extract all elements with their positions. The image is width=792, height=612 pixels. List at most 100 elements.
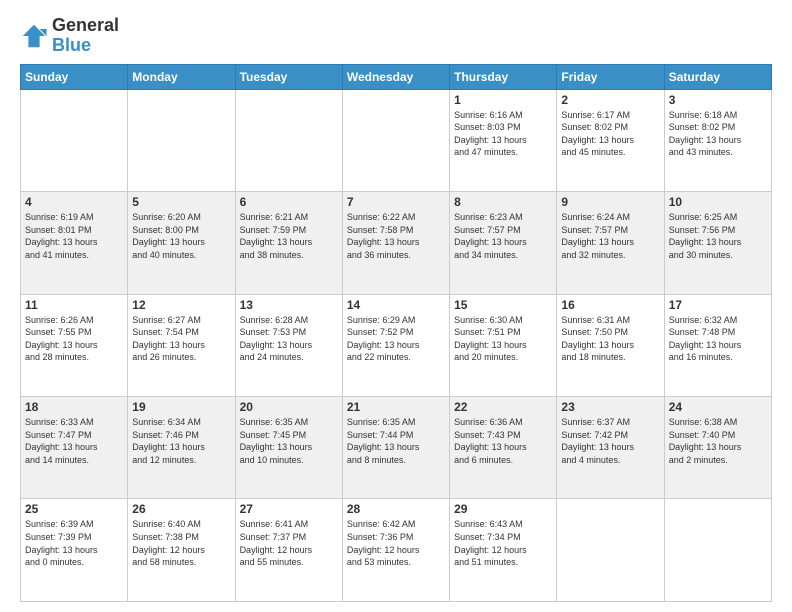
day-info: Sunrise: 6:32 AM Sunset: 7:48 PM Dayligh… [669, 314, 767, 364]
day-info: Sunrise: 6:43 AM Sunset: 7:34 PM Dayligh… [454, 518, 552, 568]
calendar-cell: 8 Sunrise: 6:23 AM Sunset: 7:57 PM Daylig… [450, 192, 557, 294]
calendar-day-header: Saturday [664, 64, 771, 89]
day-info: Sunrise: 6:36 AM Sunset: 7:43 PM Dayligh… [454, 416, 552, 466]
day-number: 8 [454, 195, 552, 209]
calendar-day-header: Sunday [21, 64, 128, 89]
day-info: Sunrise: 6:25 AM Sunset: 7:56 PM Dayligh… [669, 211, 767, 261]
calendar-cell: 10 Sunrise: 6:25 AM Sunset: 7:56 PM Dayli… [664, 192, 771, 294]
day-number: 14 [347, 298, 445, 312]
day-number: 1 [454, 93, 552, 107]
day-number: 21 [347, 400, 445, 414]
calendar-cell: 27Sunrise: 6:41 AM Sunset: 7:37 PM Dayli… [235, 499, 342, 602]
calendar-cell: 14 Sunrise: 6:29 AM Sunset: 7:52 PM Dayli… [342, 294, 449, 396]
day-info: Sunrise: 6:24 AM Sunset: 7:57 PM Dayligh… [561, 211, 659, 261]
day-info: Sunrise: 6:17 AM Sunset: 8:02 PM Dayligh… [561, 109, 659, 159]
calendar-header-row: SundayMondayTuesdayWednesdayThursdayFrid… [21, 64, 772, 89]
calendar-cell [664, 499, 771, 602]
day-number: 15 [454, 298, 552, 312]
day-info: Sunrise: 6:31 AM Sunset: 7:50 PM Dayligh… [561, 314, 659, 364]
calendar-cell: 3Sunrise: 6:18 AM Sunset: 8:02 PM Daylig… [664, 89, 771, 191]
day-info: Sunrise: 6:34 AM Sunset: 7:46 PM Dayligh… [132, 416, 230, 466]
day-number: 26 [132, 502, 230, 516]
day-number: 2 [561, 93, 659, 107]
day-info: Sunrise: 6:30 AM Sunset: 7:51 PM Dayligh… [454, 314, 552, 364]
day-number: 18 [25, 400, 123, 414]
day-info: Sunrise: 6:33 AM Sunset: 7:47 PM Dayligh… [25, 416, 123, 466]
calendar-cell: 15 Sunrise: 6:30 AM Sunset: 7:51 PM Dayli… [450, 294, 557, 396]
logo-icon [20, 22, 48, 50]
day-number: 28 [347, 502, 445, 516]
logo-text: General Blue [52, 16, 119, 56]
day-info: Sunrise: 6:21 AM Sunset: 7:59 PM Dayligh… [240, 211, 338, 261]
calendar-cell: 25Sunrise: 6:39 AM Sunset: 7:39 PM Dayli… [21, 499, 128, 602]
day-info: Sunrise: 6:27 AM Sunset: 7:54 PM Dayligh… [132, 314, 230, 364]
day-info: Sunrise: 6:29 AM Sunset: 7:52 PM Dayligh… [347, 314, 445, 364]
day-number: 5 [132, 195, 230, 209]
day-number: 16 [561, 298, 659, 312]
calendar-cell: 22 Sunrise: 6:36 AM Sunset: 7:43 PM Dayli… [450, 397, 557, 499]
day-info: Sunrise: 6:19 AM Sunset: 8:01 PM Dayligh… [25, 211, 123, 261]
calendar-cell: 4 Sunrise: 6:19 AM Sunset: 8:01 PM Daylig… [21, 192, 128, 294]
calendar-day-header: Friday [557, 64, 664, 89]
day-number: 17 [669, 298, 767, 312]
day-info: Sunrise: 6:20 AM Sunset: 8:00 PM Dayligh… [132, 211, 230, 261]
calendar-cell: 16 Sunrise: 6:31 AM Sunset: 7:50 PM Dayli… [557, 294, 664, 396]
day-number: 11 [25, 298, 123, 312]
calendar-cell: 24 Sunrise: 6:38 AM Sunset: 7:40 PM Dayli… [664, 397, 771, 499]
calendar-week-row: 25Sunrise: 6:39 AM Sunset: 7:39 PM Dayli… [21, 499, 772, 602]
day-number: 4 [25, 195, 123, 209]
calendar-cell: 11 Sunrise: 6:26 AM Sunset: 7:55 PM Dayli… [21, 294, 128, 396]
calendar-week-row: 11 Sunrise: 6:26 AM Sunset: 7:55 PM Dayli… [21, 294, 772, 396]
calendar-cell: 1 Sunrise: 6:16 AM Sunset: 8:03 PM Daylig… [450, 89, 557, 191]
day-number: 25 [25, 502, 123, 516]
calendar-cell: 5 Sunrise: 6:20 AM Sunset: 8:00 PM Daylig… [128, 192, 235, 294]
day-info: Sunrise: 6:28 AM Sunset: 7:53 PM Dayligh… [240, 314, 338, 364]
day-number: 22 [454, 400, 552, 414]
header: General Blue [20, 16, 772, 56]
calendar-day-header: Monday [128, 64, 235, 89]
calendar-cell: 20Sunrise: 6:35 AM Sunset: 7:45 PM Dayli… [235, 397, 342, 499]
calendar-cell: 23 Sunrise: 6:37 AM Sunset: 7:42 PM Dayli… [557, 397, 664, 499]
calendar-week-row: 1 Sunrise: 6:16 AM Sunset: 8:03 PM Daylig… [21, 89, 772, 191]
day-number: 13 [240, 298, 338, 312]
day-info: Sunrise: 6:16 AM Sunset: 8:03 PM Dayligh… [454, 109, 552, 159]
calendar-cell: 18 Sunrise: 6:33 AM Sunset: 7:47 PM Dayli… [21, 397, 128, 499]
day-number: 3 [669, 93, 767, 107]
calendar-cell: 19 Sunrise: 6:34 AM Sunset: 7:46 PM Dayli… [128, 397, 235, 499]
calendar-cell: 2 Sunrise: 6:17 AM Sunset: 8:02 PM Daylig… [557, 89, 664, 191]
calendar-cell: 17 Sunrise: 6:32 AM Sunset: 7:48 PM Dayli… [664, 294, 771, 396]
day-number: 20 [240, 400, 338, 414]
day-number: 29 [454, 502, 552, 516]
day-number: 24 [669, 400, 767, 414]
calendar-cell [557, 499, 664, 602]
calendar-cell [21, 89, 128, 191]
day-number: 7 [347, 195, 445, 209]
day-number: 19 [132, 400, 230, 414]
day-number: 6 [240, 195, 338, 209]
calendar-table: SundayMondayTuesdayWednesdayThursdayFrid… [20, 64, 772, 602]
day-info: Sunrise: 6:35 AM Sunset: 7:44 PM Dayligh… [347, 416, 445, 466]
calendar-cell: 26 Sunrise: 6:40 AM Sunset: 7:38 PM Dayli… [128, 499, 235, 602]
calendar-week-row: 18 Sunrise: 6:33 AM Sunset: 7:47 PM Dayli… [21, 397, 772, 499]
day-info: Sunrise: 6:40 AM Sunset: 7:38 PM Dayligh… [132, 518, 230, 568]
day-info: Sunrise: 6:42 AM Sunset: 7:36 PM Dayligh… [347, 518, 445, 568]
calendar-cell [342, 89, 449, 191]
day-info: Sunrise: 6:38 AM Sunset: 7:40 PM Dayligh… [669, 416, 767, 466]
calendar-week-row: 4 Sunrise: 6:19 AM Sunset: 8:01 PM Daylig… [21, 192, 772, 294]
calendar-cell: 12Sunrise: 6:27 AM Sunset: 7:54 PM Dayli… [128, 294, 235, 396]
calendar-cell: 29 Sunrise: 6:43 AM Sunset: 7:34 PM Dayli… [450, 499, 557, 602]
day-number: 9 [561, 195, 659, 209]
day-info: Sunrise: 6:23 AM Sunset: 7:57 PM Dayligh… [454, 211, 552, 261]
day-info: Sunrise: 6:41 AM Sunset: 7:37 PM Dayligh… [240, 518, 338, 568]
day-info: Sunrise: 6:37 AM Sunset: 7:42 PM Dayligh… [561, 416, 659, 466]
day-info: Sunrise: 6:22 AM Sunset: 7:58 PM Dayligh… [347, 211, 445, 261]
calendar-cell: 28 Sunrise: 6:42 AM Sunset: 7:36 PM Dayli… [342, 499, 449, 602]
calendar-day-header: Wednesday [342, 64, 449, 89]
day-number: 23 [561, 400, 659, 414]
day-info: Sunrise: 6:26 AM Sunset: 7:55 PM Dayligh… [25, 314, 123, 364]
calendar-cell [235, 89, 342, 191]
day-number: 10 [669, 195, 767, 209]
calendar-day-header: Thursday [450, 64, 557, 89]
calendar-cell: 9 Sunrise: 6:24 AM Sunset: 7:57 PM Daylig… [557, 192, 664, 294]
calendar-cell: 21 Sunrise: 6:35 AM Sunset: 7:44 PM Dayli… [342, 397, 449, 499]
